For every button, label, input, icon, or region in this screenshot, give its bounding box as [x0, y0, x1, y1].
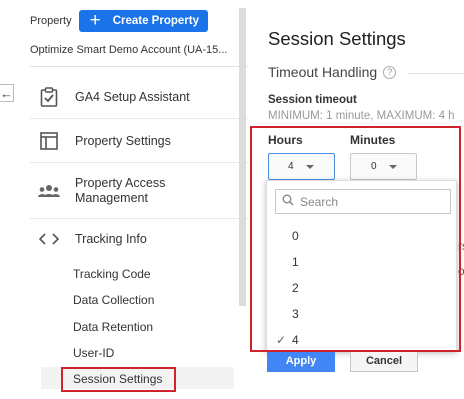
- divider: [408, 73, 464, 74]
- divider: [30, 162, 248, 163]
- subnav-data-retention[interactable]: Data Retention: [73, 320, 153, 334]
- divider: [30, 66, 248, 67]
- nav-label: Property Settings: [75, 133, 171, 148]
- session-settings-highlight-box: [61, 367, 176, 392]
- help-icon[interactable]: ?: [383, 65, 397, 79]
- nav-item-ga4-setup-assistant[interactable]: GA4 Setup Assistant: [30, 84, 250, 110]
- page-title: Session Settings: [268, 28, 406, 49]
- window-layout-icon: [36, 128, 62, 154]
- section-title-label: Timeout Handling: [268, 64, 378, 80]
- nav-label: GA4 Setup Assistant: [75, 89, 190, 104]
- people-group-icon: [36, 178, 62, 204]
- nav-item-tracking-info[interactable]: Tracking Info: [30, 226, 250, 252]
- section-title: Timeout Handling ?: [268, 64, 397, 80]
- subnav-tracking-code[interactable]: Tracking Code: [73, 267, 151, 281]
- nav-label: Property Access Management: [75, 176, 166, 205]
- divider: [30, 118, 248, 119]
- column-scrollbar[interactable]: [239, 8, 246, 306]
- subnav-user-id[interactable]: User-ID: [73, 346, 114, 360]
- nav-item-property-access-management[interactable]: Property Access Management: [30, 176, 250, 206]
- create-property-button[interactable]: + Create Property: [78, 9, 208, 32]
- nav-label: Tracking Info: [75, 231, 147, 246]
- property-label: Property: [30, 15, 72, 27]
- create-property-label: Create Property: [112, 15, 199, 27]
- property-selector[interactable]: Optimize Smart Demo Account (UA-15...: [30, 44, 227, 56]
- nav-item-property-settings[interactable]: Property Settings: [30, 128, 250, 154]
- divider: [30, 218, 248, 219]
- apply-button[interactable]: Apply: [267, 350, 335, 372]
- clipboard-check-icon: [36, 84, 62, 110]
- collapse-arrow-icon[interactable]: ←: [0, 84, 14, 102]
- session-timeout-label: Session timeout: [268, 94, 357, 106]
- hours-minutes-highlight-box: [250, 126, 461, 352]
- subnav-data-collection[interactable]: Data Collection: [73, 293, 154, 307]
- cancel-button[interactable]: Cancel: [350, 350, 418, 372]
- session-timeout-description: MINIMUM: 1 minute, MAXIMUM: 4 h: [268, 110, 455, 122]
- property-header: Property + Create Property: [30, 10, 208, 32]
- code-brackets-icon: [36, 226, 62, 252]
- plus-icon: +: [89, 9, 101, 31]
